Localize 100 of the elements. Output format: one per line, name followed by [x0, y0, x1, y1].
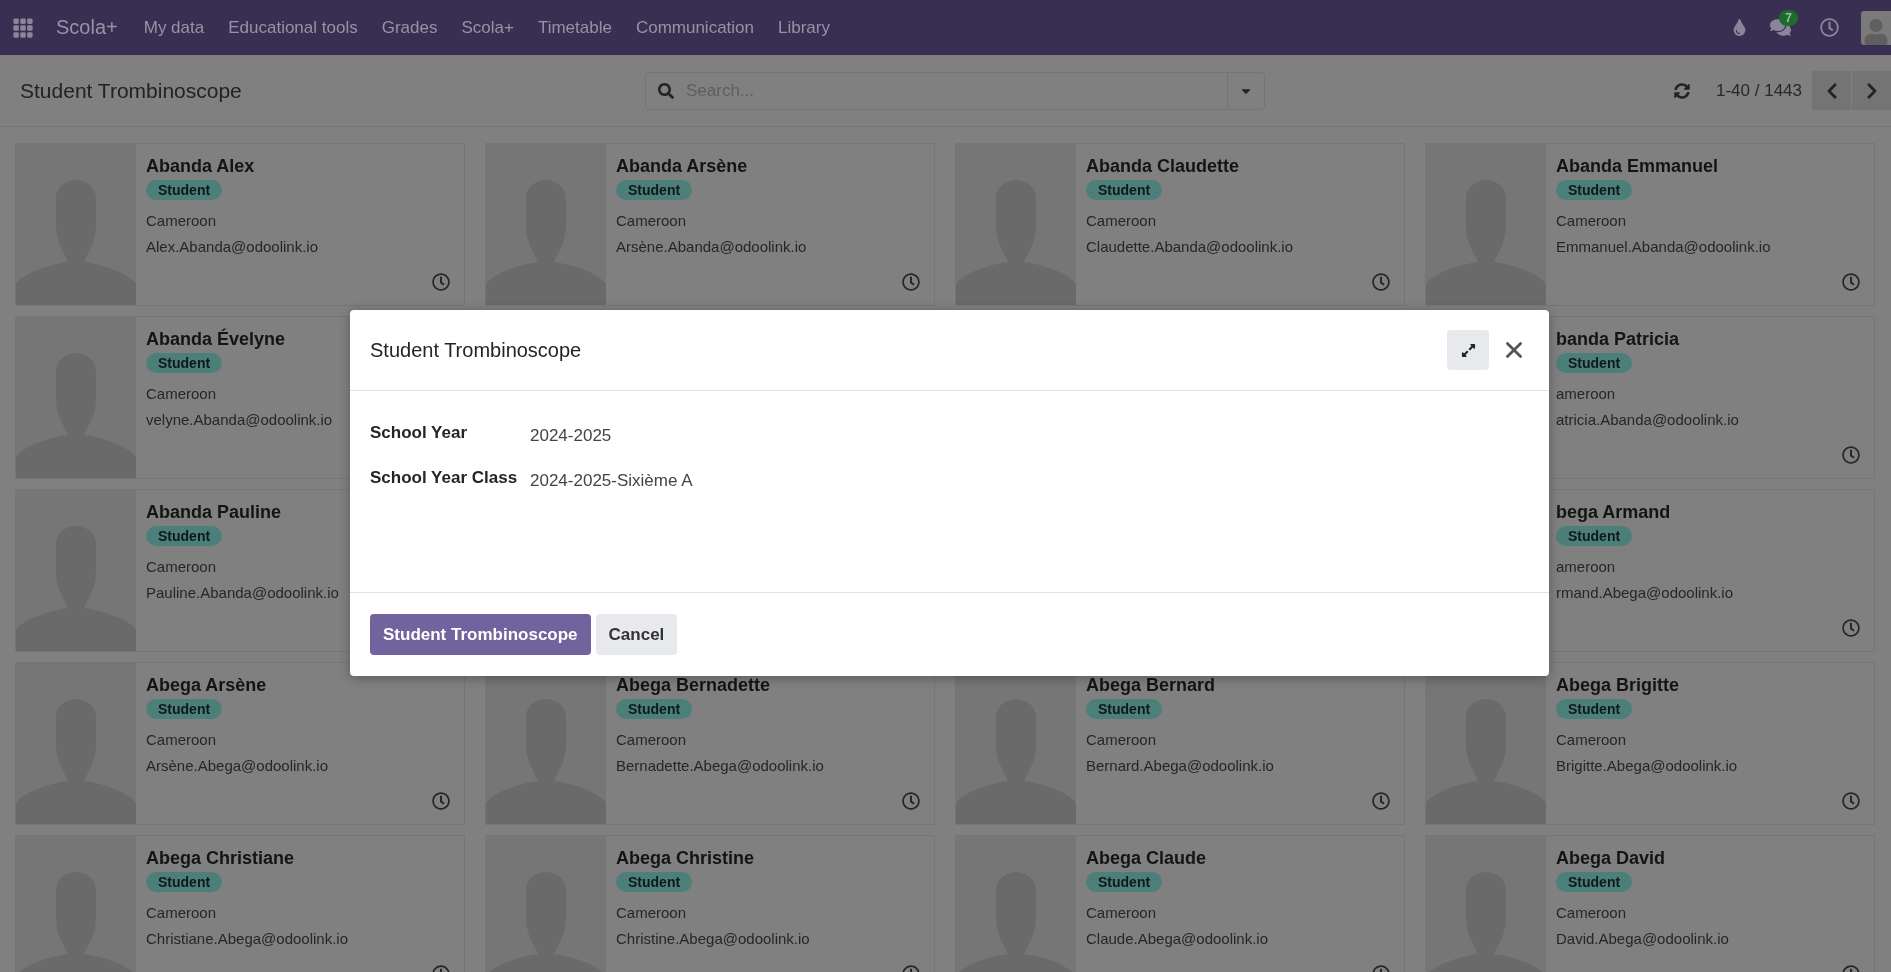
student-country: Cameroon	[616, 904, 687, 921]
student-email: Arsène.Abega@odoolink.io	[146, 757, 328, 774]
pager-value[interactable]: 1-40 / 1443	[1716, 80, 1802, 101]
role-tag: Student	[146, 180, 223, 200]
student-card[interactable]: Abega David Student Cameroon David.Abega@odoolink.io	[1425, 835, 1875, 972]
menu-item[interactable]: Grades	[369, 17, 450, 38]
student-country: ameroon	[1556, 385, 1616, 402]
role-tag: Student	[146, 699, 223, 719]
student-email: velyne.Abanda@odoolink.io	[146, 411, 333, 428]
role-tag: Student	[1556, 353, 1633, 373]
student-name: Abega David	[1556, 848, 1666, 869]
expand-icon	[1460, 342, 1476, 358]
student-country: Cameroon	[146, 558, 217, 575]
student-country: Cameroon	[146, 731, 217, 748]
menu-item[interactable]: Timetable	[525, 17, 624, 38]
student-email: Emmanuel.Abanda@odoolink.io	[1556, 238, 1771, 255]
student-card[interactable]: Abanda Alex Student Cameroon Alex.Abanda@odoolink.io	[15, 143, 465, 306]
role-tag: Student	[146, 526, 223, 546]
student-email: rmand.Abega@odoolink.io	[1556, 584, 1733, 601]
student-name: Abega Brigitte	[1556, 675, 1679, 696]
brand-name[interactable]: Scola+	[56, 16, 118, 39]
menu-item[interactable]: Scola+	[449, 17, 526, 38]
clock-icon[interactable]	[1842, 619, 1860, 637]
role-tag: Student	[146, 353, 223, 373]
search-icon	[658, 82, 674, 99]
clock-icon[interactable]	[1372, 273, 1390, 291]
role-tag: Student	[616, 872, 693, 892]
student-name: Abanda Arsène	[616, 156, 748, 177]
student-email: Claude.Abega@odoolink.io	[1086, 930, 1269, 947]
clock-icon[interactable]	[1820, 18, 1839, 37]
student-name: Abega Arsène	[146, 675, 267, 696]
student-email: Christiane.Abega@odoolink.io	[146, 930, 349, 947]
student-card[interactable]: Abega Claude Student Cameroon Claude.Abega@odoolink.io	[955, 835, 1405, 972]
cancel-button[interactable]: Cancel	[595, 614, 678, 655]
student-name: Abega Bernadette	[616, 675, 771, 696]
role-tag: Student	[1556, 872, 1633, 892]
student-country: Cameroon	[146, 904, 217, 921]
student-country: Cameroon	[1086, 904, 1157, 921]
clock-icon[interactable]	[1842, 446, 1860, 464]
refresh-icon[interactable]	[1674, 82, 1690, 99]
user-avatar[interactable]	[1861, 10, 1891, 45]
clock-icon[interactable]	[432, 792, 450, 810]
student-email: Arsène.Abanda@odoolink.io	[616, 238, 807, 255]
student-name: banda Patricia	[1556, 329, 1680, 350]
confirm-button[interactable]: Student Trombinoscope	[370, 614, 591, 655]
field-label: School Year	[370, 423, 468, 444]
app-grid-icon[interactable]	[12, 16, 34, 39]
clock-icon[interactable]	[1842, 273, 1860, 291]
menu-item[interactable]: Communication	[623, 17, 766, 38]
role-tag: Student	[1556, 526, 1633, 546]
expand-button[interactable]	[1447, 330, 1489, 370]
menu-item[interactable]: Educational tools	[216, 17, 370, 38]
student-name: Abanda Emmanuel	[1556, 156, 1719, 177]
role-tag: Student	[1556, 699, 1633, 719]
student-name: Abega Claude	[1086, 848, 1207, 869]
student-card[interactable]: Abanda Emmanuel Student Cameroon Emmanuel.Abanda@odoolink.io	[1425, 143, 1875, 306]
role-tag: Student	[146, 872, 223, 892]
role-tag: Student	[1086, 872, 1163, 892]
student-country: Cameroon	[146, 385, 217, 402]
student-name: Abega Christine	[616, 848, 755, 869]
role-tag: Student	[616, 180, 693, 200]
student-name: Abega Christiane	[146, 848, 295, 869]
student-card[interactable]: Abega Arsène Student Cameroon Arsène.Abega@odoolink.io	[15, 662, 465, 825]
role-tag: Student	[1556, 180, 1633, 200]
student-card[interactable]: Abega Christine Student Cameroon Christine.Abega@odoolink.io	[485, 835, 935, 972]
previous-button[interactable]	[1812, 71, 1851, 110]
role-tag: Student	[1086, 180, 1163, 200]
student-name: Abanda Évelyne	[146, 329, 286, 350]
student-country: Cameroon	[1086, 731, 1157, 748]
student-country: Cameroon	[1556, 904, 1627, 921]
next-button[interactable]	[1852, 71, 1891, 110]
student-card[interactable]: Abanda Arsène Student Cameroon Arsène.Abanda@odoolink.io	[485, 143, 935, 306]
student-name: bega Armand	[1556, 502, 1671, 523]
clock-icon[interactable]	[1842, 792, 1860, 810]
student-email: Christine.Abega@odoolink.io	[616, 930, 810, 947]
field-value: 2024-2025	[530, 425, 613, 446]
student-name: Abanda Alex	[146, 156, 255, 177]
role-tag: Student	[616, 699, 693, 719]
student-country: Cameroon	[1556, 212, 1627, 229]
menu-item[interactable]: My data	[131, 17, 217, 38]
student-country: Cameroon	[1086, 212, 1157, 229]
student-country: Cameroon	[146, 212, 217, 229]
student-email: Brigitte.Abega@odoolink.io	[1556, 757, 1738, 774]
clock-icon[interactable]	[1372, 792, 1390, 810]
student-email: Alex.Abanda@odoolink.io	[146, 238, 318, 255]
student-country: Cameroon	[1556, 731, 1627, 748]
message-count: 7	[1779, 9, 1798, 26]
menu-item[interactable]: Library	[766, 17, 842, 38]
student-name: Abanda Pauline	[146, 502, 282, 523]
student-country: ameroon	[1556, 558, 1616, 575]
page-title: Student Trombinoscope	[20, 78, 243, 103]
clock-icon[interactable]	[902, 792, 920, 810]
student-card[interactable]: Abega Christiane Student Cameroon Christiane.Abega@odoolink.io	[15, 835, 465, 972]
student-country: Cameroon	[616, 212, 687, 229]
student-card[interactable]: Abanda Claudette Student Cameroon Claudette.Abanda@odoolink.io	[955, 143, 1405, 306]
student-card[interactable]: Abega Brigitte Student Cameroon Brigitte.Abega@odoolink.io	[1425, 662, 1875, 825]
student-country: Cameroon	[616, 731, 687, 748]
student-name: Abanda Claudette	[1086, 156, 1240, 177]
clock-icon[interactable]	[432, 273, 450, 291]
clock-icon[interactable]	[902, 273, 920, 291]
